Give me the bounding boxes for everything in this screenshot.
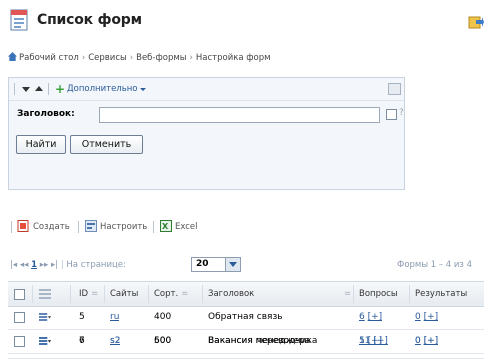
add-result-link[interactable]: [+]: [424, 336, 439, 346]
cell-id: 5: [79, 312, 85, 322]
settings-button[interactable]: Настроить: [100, 222, 147, 232]
filter-panel: + Дополнительно Заголовок: ? Найти Отмен…: [8, 77, 405, 190]
next-page-icon[interactable]: ▸▸: [40, 260, 49, 270]
column-divider: [104, 285, 105, 303]
add-filter-icon[interactable]: +: [55, 83, 65, 95]
table-header-row: ID = Сайты Сорт. = Заголовок = Вопросы Рез…: [8, 281, 484, 307]
cell-site-link[interactable]: ru: [110, 305, 119, 329]
breadcrumb: Рабочий стол › Сервисы › Веб-формы › Настройка…: [8, 52, 271, 63]
chevron-down-icon[interactable]: [140, 88, 146, 91]
last-page-icon[interactable]: ▸|: [51, 260, 58, 270]
toolbar-separator: [78, 221, 79, 233]
add-result-link[interactable]: [+]: [424, 312, 439, 322]
collapse-up-icon[interactable]: [35, 86, 43, 91]
row-checkbox[interactable]: [14, 336, 25, 347]
column-divider: [202, 285, 203, 303]
breadcrumb-item-webforms[interactable]: Веб-формы: [136, 53, 186, 63]
title-filter-label: Заголовок:: [17, 109, 75, 119]
column-divider: [353, 285, 354, 303]
cell-results: 0 [+]: [415, 305, 438, 329]
panel-minimize-icon[interactable]: [388, 83, 401, 95]
help-icon[interactable]: ?: [399, 108, 404, 118]
chevron-down-icon[interactable]: [225, 258, 240, 271]
excel-button[interactable]: Excel: [175, 222, 198, 232]
first-page-icon[interactable]: |◂: [10, 260, 17, 270]
column-header-id[interactable]: ID =: [79, 282, 98, 306]
cell-title: Обратная связь: [208, 312, 283, 322]
column-header-title[interactable]: Заголовок: [208, 282, 254, 306]
select-all-checkbox[interactable]: [14, 289, 25, 300]
results-link[interactable]: 0: [415, 312, 421, 322]
home-icon: [8, 52, 17, 61]
toolbar-separator: [14, 83, 15, 95]
table-row: 7 s2 600 Вакансия менеджера 11 [+] 0 [+]: [8, 329, 484, 353]
cancel-button[interactable]: Отменить: [70, 135, 143, 154]
breadcrumb-separator: ›: [129, 53, 134, 63]
toolbar-separator: [153, 221, 154, 233]
column-header-questions[interactable]: Вопросы: [359, 282, 398, 306]
add-question-link[interactable]: [+]: [373, 336, 388, 346]
columns-menu-icon[interactable]: [39, 289, 51, 299]
column-divider: [70, 285, 71, 303]
questions-link[interactable]: 6: [359, 312, 365, 322]
breadcrumb-item-form-settings: Настройка форм: [195, 53, 271, 63]
excel-icon[interactable]: X: [160, 220, 172, 232]
cell-id: 7: [79, 336, 85, 346]
find-button[interactable]: Найти: [16, 135, 66, 154]
collapse-down-icon[interactable]: [22, 87, 30, 92]
cell-sort: 600: [154, 336, 172, 346]
column-header-sort[interactable]: Сорт. =: [154, 282, 188, 306]
column-header-results[interactable]: Результаты: [415, 282, 467, 306]
cell-title: Вакансия менеджера: [208, 336, 311, 346]
add-question-link[interactable]: [+]: [368, 312, 383, 322]
pager-info: Формы 1 – 4 из 4: [397, 260, 473, 270]
cell-sort: 400: [154, 312, 172, 322]
row-actions-icon[interactable]: [39, 336, 51, 346]
results-link[interactable]: 0: [415, 336, 421, 346]
per-page-value: 20: [196, 259, 209, 269]
per-page-select[interactable]: 20: [191, 257, 241, 272]
table-row: 5 ru 400 Обратная связь 6 [+] 0 [+]: [8, 305, 484, 330]
forms-list-icon: [10, 9, 28, 31]
svg-text:X: X: [162, 222, 169, 231]
questions-link[interactable]: 11: [359, 336, 370, 346]
exact-match-checkbox[interactable]: [386, 109, 397, 120]
breadcrumb-separator: ›: [189, 53, 193, 63]
toolbar-separator: [11, 221, 12, 233]
filter-toolbar: + Дополнительно: [9, 78, 404, 101]
page-header: Список форм: [0, 0, 484, 44]
create-button[interactable]: Создать: [33, 222, 70, 232]
column-divider: [409, 285, 410, 303]
column-divider: [32, 285, 33, 303]
cell-site-link[interactable]: s2: [110, 329, 120, 353]
pager-separator: |: [60, 260, 64, 270]
breadcrumb-separator: ›: [81, 53, 86, 63]
sort-indicator: =: [344, 289, 352, 299]
cell-results: 0 [+]: [415, 329, 438, 353]
prev-page-icon[interactable]: ◂◂: [20, 260, 29, 270]
breadcrumb-item-desktop[interactable]: Рабочий стол: [19, 53, 79, 63]
page-title: Список форм: [37, 12, 142, 28]
column-header-sites[interactable]: Сайты: [110, 282, 138, 306]
more-filters-link[interactable]: Дополнительно: [67, 84, 138, 94]
row-checkbox[interactable]: [14, 312, 25, 323]
current-page-link[interactable]: 1: [31, 260, 37, 270]
per-page-label: На странице:: [66, 260, 126, 270]
title-filter-input[interactable]: [99, 107, 380, 123]
export-icon[interactable]: [468, 14, 484, 30]
grid-toolbar: Создать Настроить X Excel: [8, 219, 268, 235]
toolbar-separator: [48, 83, 49, 95]
pager: |◂ ◂◂ 1 ▸▸ ▸| | На странице:: [10, 260, 126, 270]
table-row: [8, 353, 484, 359]
create-icon[interactable]: [17, 220, 29, 232]
row-actions-icon[interactable]: [39, 312, 51, 322]
breadcrumb-item-services[interactable]: Сервисы: [88, 53, 126, 63]
column-divider: [148, 285, 149, 303]
cell-questions: 11 [+]: [359, 329, 388, 353]
settings-icon[interactable]: [85, 220, 97, 232]
cell-questions: 6 [+]: [359, 305, 382, 329]
